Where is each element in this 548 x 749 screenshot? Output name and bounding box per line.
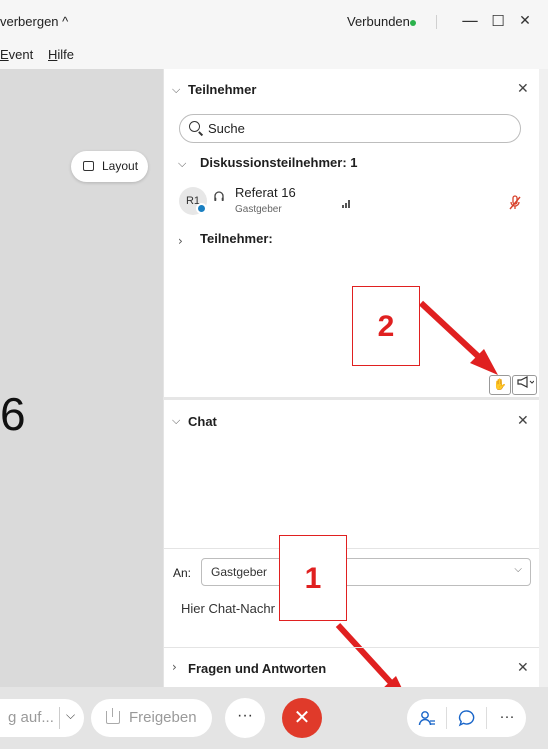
chat-title: Chat — [188, 414, 217, 429]
left-control-label: g auf... — [8, 709, 54, 726]
share-button-label: Freigeben — [129, 709, 197, 726]
recipient-select[interactable]: Gastgeber ⌵ — [201, 558, 531, 586]
chevron-right-icon[interactable]: › — [172, 660, 177, 674]
share-icon — [106, 708, 120, 724]
left-control-button[interactable]: g auf... ⌵ — [0, 699, 84, 737]
arrow-2-line — [418, 300, 483, 361]
to-label: An: — [173, 566, 192, 580]
chevron-down-icon: ⌵ — [514, 564, 522, 575]
chevron-down-icon[interactable]: ⌵ — [172, 414, 180, 428]
close-chat-button[interactable]: ✕ — [517, 413, 529, 429]
divider — [163, 548, 539, 549]
chevron-down-icon[interactable]: ⌵ — [66, 708, 75, 723]
more-options-button[interactable]: ··· — [225, 698, 265, 738]
participants-icon — [418, 711, 435, 726]
leave-meeting-button[interactable]: ✕ — [282, 698, 322, 738]
more-panels-button[interactable]: ··· — [488, 699, 526, 737]
annotation-arrows — [335, 300, 498, 703]
divider — [163, 647, 539, 648]
separator — [486, 707, 487, 729]
separator — [59, 707, 60, 729]
qa-title[interactable]: Fragen und Antworten — [188, 661, 326, 676]
separator — [446, 707, 447, 729]
chat-toggle-button[interactable] — [448, 699, 486, 737]
participants-toggle-button[interactable] — [408, 699, 446, 737]
recipient-value: Gastgeber — [211, 565, 268, 579]
close-qa-button[interactable]: ✕ — [517, 660, 529, 676]
panel-divider[interactable] — [163, 397, 539, 400]
annotation-label-1: 1 — [279, 535, 347, 621]
announce-button[interactable] — [512, 375, 537, 395]
arrow-1-line — [335, 622, 396, 688]
raise-hand-button[interactable]: ✋ — [489, 375, 511, 395]
chat-input-text: Hier Chat-Nachr — [181, 601, 275, 616]
chat-bubble-icon — [458, 710, 475, 727]
